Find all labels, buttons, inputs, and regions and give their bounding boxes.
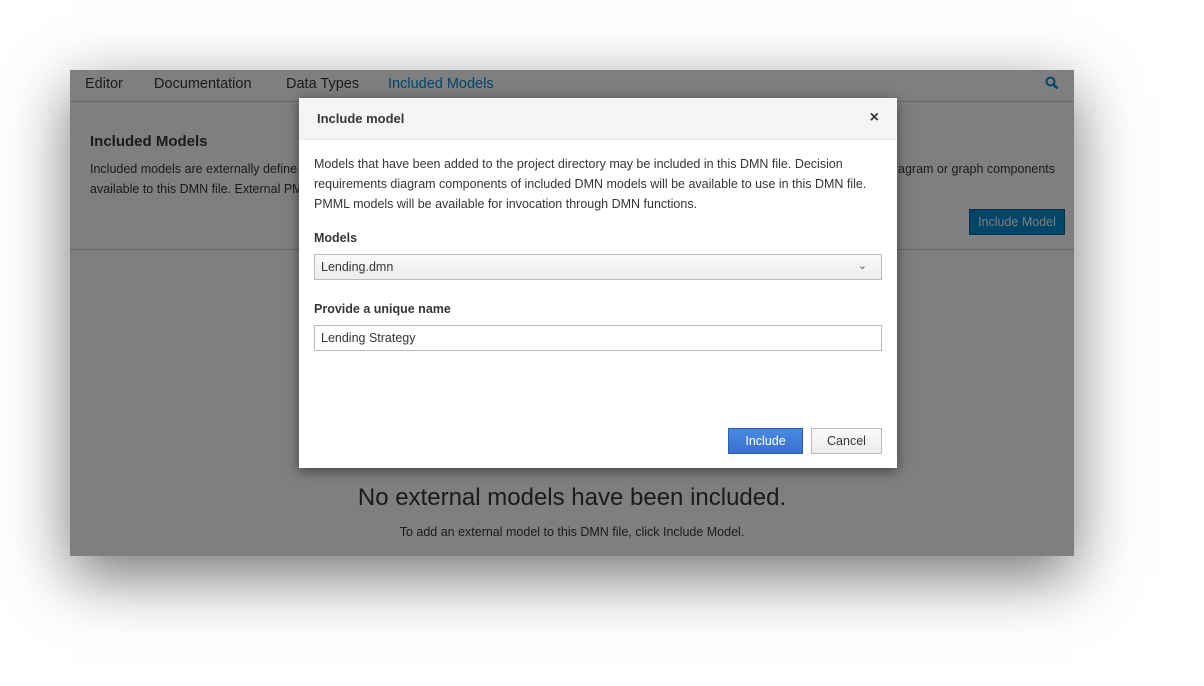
models-select-value: Lending.dmn xyxy=(321,260,394,274)
dialog-title: Include model xyxy=(317,111,405,126)
unique-name-input[interactable] xyxy=(314,325,882,351)
models-label: Models xyxy=(314,231,358,245)
include-button[interactable]: Include xyxy=(728,428,803,454)
cancel-button[interactable]: Cancel xyxy=(811,428,882,454)
models-select[interactable]: Lending.dmn ⌄ xyxy=(314,254,882,280)
dialog-description: Models that have been added to the proje… xyxy=(314,157,867,211)
chevron-down-icon: ⌄ xyxy=(857,260,867,272)
include-model-dialog: Include model × Models that have been ad… xyxy=(299,98,897,468)
close-icon[interactable]: × xyxy=(870,109,879,127)
dialog-header: Include model × xyxy=(299,98,897,140)
unique-name-label: Provide a unique name xyxy=(314,302,451,316)
